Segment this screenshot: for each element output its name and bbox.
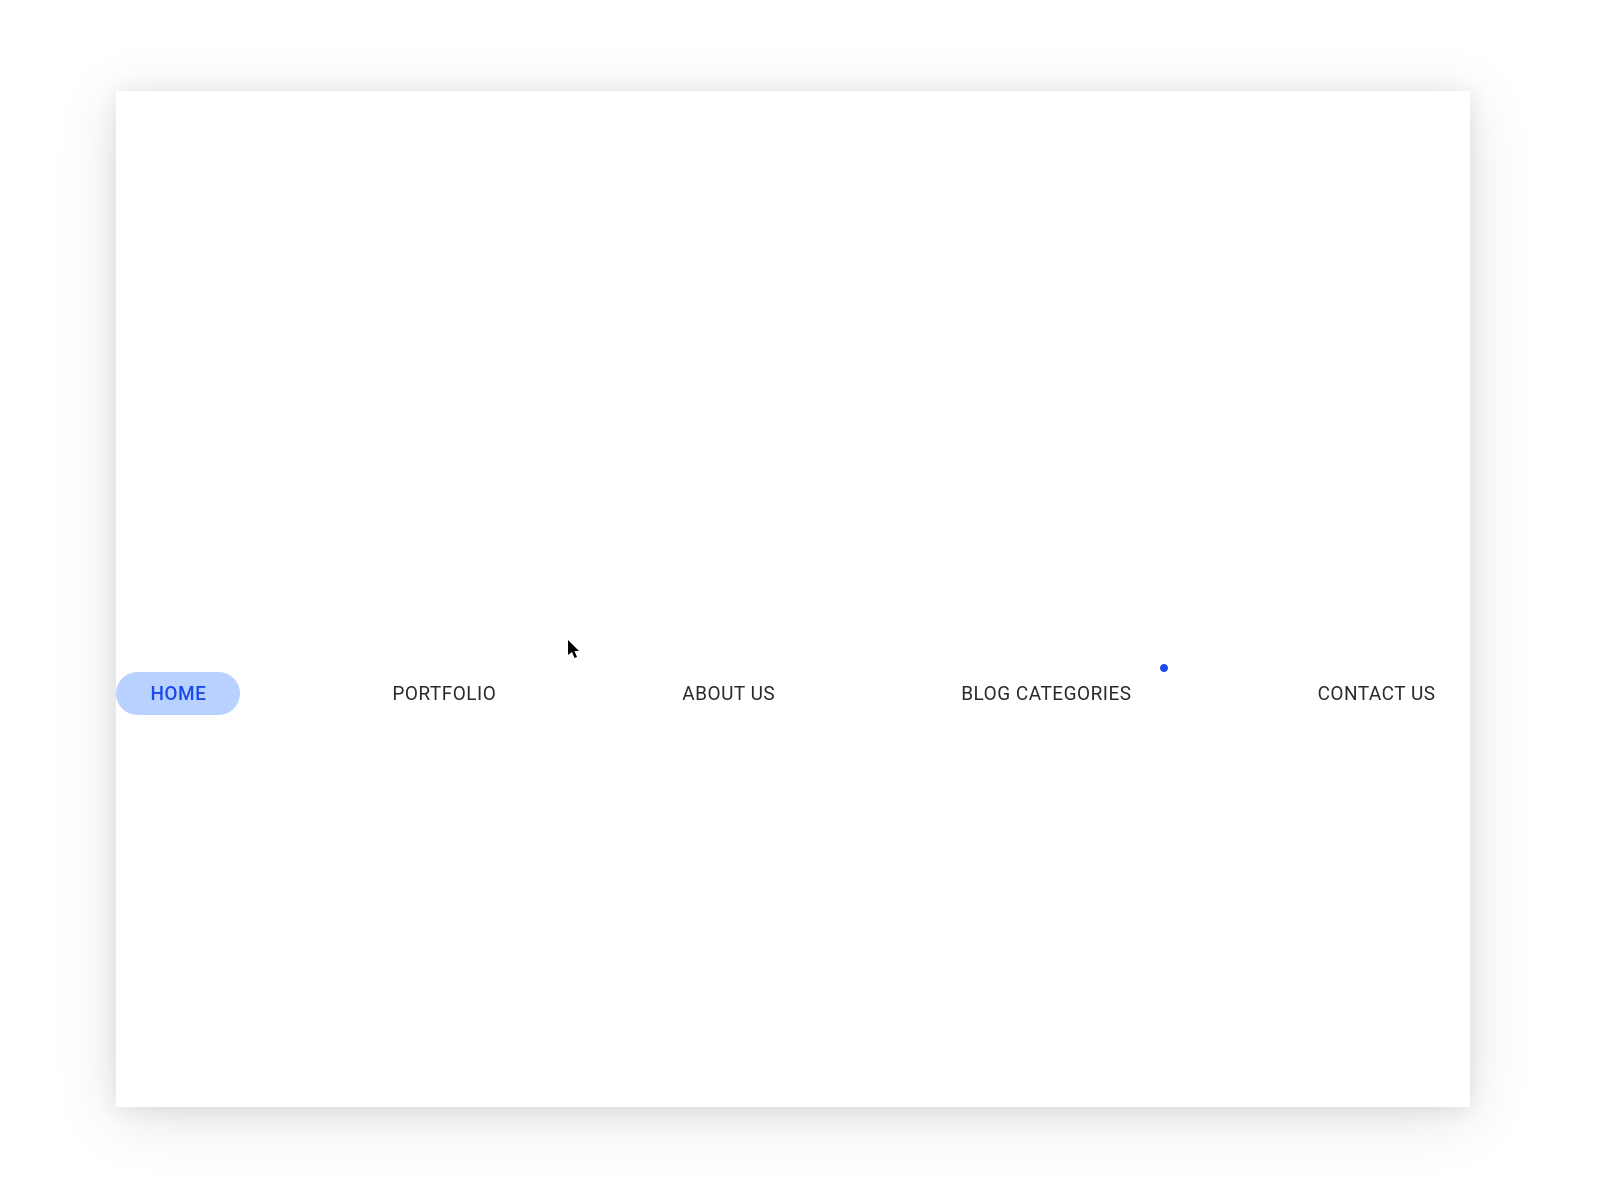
nav-item-about-us[interactable]: ABOUT US — [648, 672, 809, 715]
nav-label: HOME — [150, 682, 206, 705]
main-nav: HOME PORTFOLIO ABOUT US BLOG CATEGORIES … — [116, 672, 1470, 715]
notification-dot-icon — [1160, 664, 1168, 672]
nav-label: BLOG CATEGORIES — [961, 682, 1131, 705]
nav-label: PORTFOLIO — [392, 682, 496, 705]
nav-item-home[interactable]: HOME — [116, 672, 240, 715]
nav-label: CONTACT US — [1318, 682, 1436, 705]
nav-label: ABOUT US — [682, 682, 775, 705]
nav-item-blog-categories[interactable]: BLOG CATEGORIES — [927, 672, 1165, 715]
nav-item-contact-us[interactable]: CONTACT US — [1284, 672, 1470, 715]
nav-item-portfolio[interactable]: PORTFOLIO — [358, 672, 530, 715]
page-container: HOME PORTFOLIO ABOUT US BLOG CATEGORIES … — [116, 91, 1470, 1107]
